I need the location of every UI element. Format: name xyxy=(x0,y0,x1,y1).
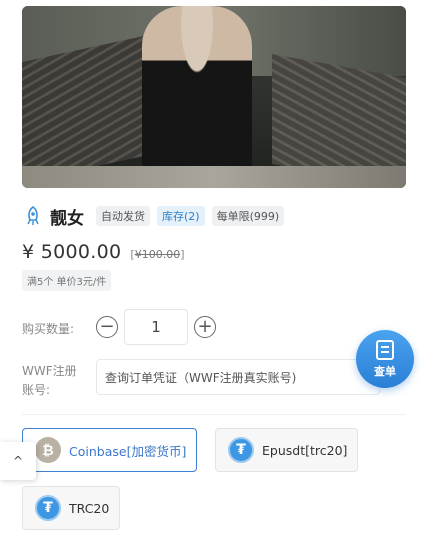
tag-auto-delivery: 自动发货 xyxy=(96,206,150,226)
usdt-icon: ₮ xyxy=(35,495,61,521)
document-icon xyxy=(376,339,394,360)
account-input[interactable]: 查询订单凭证（WWF注册真实账号) xyxy=(96,359,380,395)
product-title-row: 靓女 自动发货 库存(2) 每单限(999) xyxy=(22,204,291,229)
quantity-increase-button[interactable]: + xyxy=(194,316,216,338)
quantity-label: 购买数量: xyxy=(22,322,75,336)
scroll-to-top-button[interactable]: ^ xyxy=(0,442,36,480)
bitcoin-icon: ₿ xyxy=(35,437,61,463)
original-price-bracket-close: ] xyxy=(180,248,185,261)
account-label: WWF注册账号: xyxy=(22,364,77,397)
price-row: ¥ 5000.00 [¥100.00] xyxy=(22,241,185,263)
tag-stock: 库存(2) xyxy=(157,206,205,226)
chevron-up-icon: ^ xyxy=(12,454,24,468)
original-price-value: ¥100.00 xyxy=(134,248,181,261)
product-image-figure xyxy=(142,6,252,188)
payment-label: TRC20 xyxy=(69,500,110,516)
payment-label: Epusdt[trc20] xyxy=(262,442,348,458)
product-image-ground xyxy=(22,166,406,188)
payment-label: Coinbase[加密货币] xyxy=(69,443,187,459)
price: ¥ 5000.00 xyxy=(22,241,122,263)
payment-coinbase-button[interactable]: ₿ Coinbase[加密货币] xyxy=(22,428,198,472)
usdt-icon: ₮ xyxy=(228,437,254,463)
quantity-stepper: − 1 + xyxy=(96,309,216,345)
quantity-input[interactable]: 1 xyxy=(124,309,188,345)
rocket-icon xyxy=(22,205,44,227)
query-order-label: 查单 xyxy=(374,364,396,378)
payment-epusdt-button[interactable]: ₮ Epusdt[trc20] xyxy=(215,428,359,472)
product-image xyxy=(22,6,406,188)
quantity-decrease-button[interactable]: − xyxy=(96,316,118,338)
payment-trc20-button[interactable]: ₮ TRC20 xyxy=(22,486,121,530)
product-title: 靓女 xyxy=(50,208,84,229)
query-order-button[interactable]: 查单 xyxy=(356,330,414,388)
tag-order-limit: 每单限(999) xyxy=(211,206,285,226)
divider xyxy=(22,414,406,415)
original-price: [¥100.00] xyxy=(130,248,184,261)
promo-badge: 满5个 单价3元/件 xyxy=(22,270,112,291)
